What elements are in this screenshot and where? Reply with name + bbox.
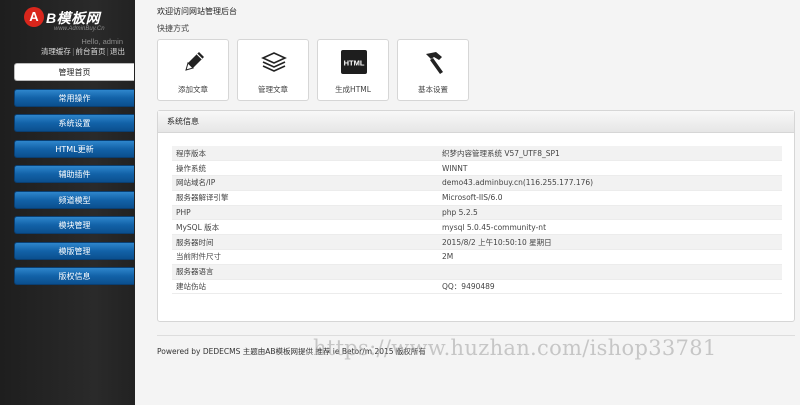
welcome-title: 欢迎访问网站管理后台 bbox=[157, 7, 237, 16]
add-article-label: 添加文章 bbox=[178, 85, 208, 94]
logo[interactable]: A B模板网 www.AdminBuy.Cn bbox=[24, 7, 124, 33]
row-key: PHP bbox=[172, 205, 440, 221]
sidebar: A B模板网 www.AdminBuy.Cn Hello, admin 清理缓存… bbox=[0, 0, 135, 405]
row-key: 网站域名/IP bbox=[172, 175, 440, 191]
row-value: QQ：9490489 bbox=[440, 279, 782, 295]
row-key: 当前附件尺寸 bbox=[172, 249, 440, 265]
row-value: Microsoft-IIS/6.0 bbox=[440, 190, 782, 206]
nav-item-html[interactable]: HTML更新 bbox=[14, 139, 134, 158]
table-row: 服务器语言 bbox=[172, 264, 782, 280]
shortcut-title: 快捷方式 bbox=[157, 24, 189, 33]
system-info-table: 程序版本 织梦内容管理系统 V57_UTF8_SP1 操作系统 WINNT 网站域名… bbox=[172, 146, 782, 295]
table-row: 网站域名/IP demo43.adminbuy.cn(116.255.177.17… bbox=[172, 175, 782, 191]
row-value: 织梦内容管理系统 V57_UTF8_SP1 bbox=[440, 146, 782, 162]
logout-link[interactable]: 退出 bbox=[110, 47, 125, 56]
logo-text: B模板网 bbox=[46, 10, 101, 26]
generate-html-label: 生成HTML bbox=[335, 85, 371, 94]
hammer-icon bbox=[426, 52, 443, 74]
main-content: 欢迎访问网站管理后台 快捷方式 添加文章 管理文章 HTML 生成HTML 基本… bbox=[135, 0, 800, 405]
sidebar-nav: 管理首页 常用操作 系统设置 HTML更新 辅助插件 频道模型 模块管理 模版管… bbox=[14, 63, 134, 293]
footer-divider bbox=[157, 335, 795, 336]
system-info-panel: 系统信息 程序版本 织梦内容管理系统 V57_UTF8_SP1 操作系统 WINNT… bbox=[157, 110, 795, 322]
html-icon: HTML bbox=[341, 50, 367, 74]
nav-item-plugins[interactable]: 辅助插件 bbox=[14, 165, 134, 183]
add-article-button[interactable]: 添加文章 bbox=[157, 39, 229, 101]
row-key: 建站伤站 bbox=[172, 279, 440, 295]
table-row: 操作系统 WINNT bbox=[172, 160, 782, 177]
row-value: demo43.adminbuy.cn(116.255.177.176) bbox=[440, 175, 782, 191]
clear-cache-link[interactable]: 清理缓存 bbox=[41, 47, 71, 56]
separator: | bbox=[106, 47, 109, 56]
row-key: 程序版本 bbox=[172, 146, 440, 162]
system-info-title: 系统信息 bbox=[158, 111, 794, 133]
user-greeting: Hello, admin bbox=[81, 37, 123, 46]
row-value: WINNT bbox=[440, 160, 782, 177]
row-key: 服务器时间 bbox=[172, 234, 440, 251]
generate-html-button[interactable]: HTML 生成HTML bbox=[317, 39, 389, 101]
row-value: 2M bbox=[440, 249, 782, 265]
basic-settings-label: 基本设置 bbox=[418, 85, 448, 94]
nav-item-modules[interactable]: 模块管理 bbox=[14, 216, 134, 234]
basic-settings-button[interactable]: 基本设置 bbox=[397, 39, 469, 101]
nav-item-home[interactable]: 管理首页 bbox=[14, 63, 134, 81]
row-value: mysql 5.0.45-community-nt bbox=[440, 219, 782, 236]
nav-item-system[interactable]: 系统设置 bbox=[14, 114, 134, 132]
table-row: 建站伤站 QQ：9490489 bbox=[172, 279, 782, 295]
table-row: MySQL 版本 mysql 5.0.45-community-nt bbox=[172, 219, 782, 236]
row-value: 2015/8/2 上午10:50:10 星期日 bbox=[440, 234, 782, 251]
table-row: 程序版本 织梦内容管理系统 V57_UTF8_SP1 bbox=[172, 146, 782, 162]
nav-item-templates[interactable]: 模版管理 bbox=[14, 241, 134, 260]
nav-item-channel[interactable]: 频道模型 bbox=[14, 190, 134, 209]
pencil-icon bbox=[185, 52, 204, 71]
table-row: 服务器解译引擎 Microsoft-IIS/6.0 bbox=[172, 190, 782, 206]
manage-article-button[interactable]: 管理文章 bbox=[237, 39, 309, 101]
row-value bbox=[440, 264, 782, 280]
logo-url: www.AdminBuy.Cn bbox=[54, 26, 105, 32]
row-key: 服务器语言 bbox=[172, 264, 440, 280]
frontend-home-link[interactable]: 前台首页 bbox=[75, 47, 105, 56]
table-row: PHP php 5.2.5 bbox=[172, 205, 782, 221]
manage-article-label: 管理文章 bbox=[258, 85, 288, 94]
row-value: php 5.2.5 bbox=[440, 205, 782, 221]
table-row: 当前附件尺寸 2M bbox=[172, 249, 782, 265]
row-key: 操作系统 bbox=[172, 160, 440, 177]
stack-icon bbox=[261, 52, 287, 72]
nav-item-common[interactable]: 常用操作 bbox=[14, 88, 134, 107]
row-key: 服务器解译引擎 bbox=[172, 190, 440, 206]
svg-text:HTML: HTML bbox=[344, 59, 365, 68]
user-links: 清理缓存|前台首页|退出 bbox=[41, 46, 125, 57]
nav-item-copyright[interactable]: 版权信息 bbox=[14, 267, 134, 285]
footer-text: Powered by DEDECMS 主题由AB模板网提供 推荐 ie Beto… bbox=[157, 347, 426, 356]
table-row: 服务器时间 2015/8/2 上午10:50:10 星期日 bbox=[172, 234, 782, 251]
logo-badge: A bbox=[24, 7, 44, 27]
row-key: MySQL 版本 bbox=[172, 219, 440, 236]
